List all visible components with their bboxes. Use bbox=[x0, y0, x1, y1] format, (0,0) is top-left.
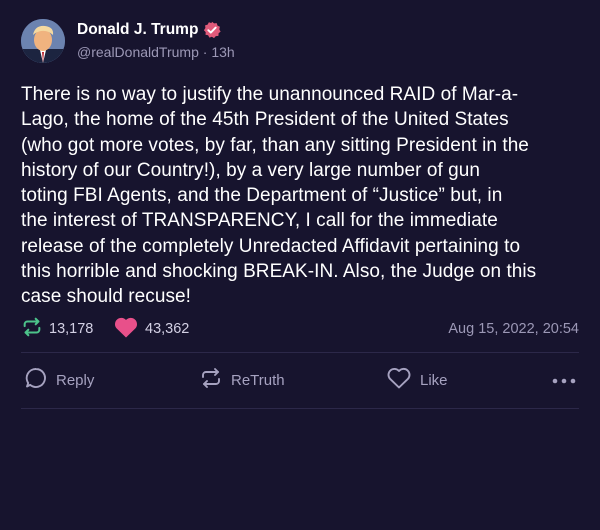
retruth-label: ReTruth bbox=[231, 371, 285, 389]
retruth-count[interactable]: 13,178 bbox=[21, 314, 93, 344]
verified-badge-icon bbox=[203, 21, 222, 39]
more-dots-icon bbox=[551, 372, 577, 389]
retruth-icon bbox=[199, 366, 223, 394]
retruth-icon bbox=[21, 316, 43, 342]
divider bbox=[21, 408, 579, 409]
post-age[interactable]: 13h bbox=[211, 44, 234, 60]
meta-separator: · bbox=[202, 44, 208, 60]
retruth-count-value: 13,178 bbox=[49, 321, 94, 337]
action-bar: Reply ReTruth Like bbox=[21, 362, 579, 398]
retruth-button[interactable]: ReTruth bbox=[199, 362, 285, 398]
heart-icon bbox=[113, 315, 139, 343]
post-timestamp[interactable]: Aug 15, 2022, 20:54 bbox=[448, 314, 579, 344]
author-handle[interactable]: @realDonaldTrump bbox=[77, 44, 199, 60]
like-count-value: 43,362 bbox=[145, 321, 190, 337]
avatar[interactable] bbox=[21, 19, 65, 63]
reply-button[interactable]: Reply bbox=[24, 362, 94, 398]
divider bbox=[21, 352, 579, 353]
reply-label: Reply bbox=[56, 371, 95, 389]
author-handle-row: @realDonaldTrump · 13h bbox=[77, 44, 235, 60]
display-name[interactable]: Donald J. Trump bbox=[77, 21, 198, 39]
post-body: There is no way to justify the unannounc… bbox=[21, 84, 537, 308]
heart-outline-icon bbox=[386, 366, 412, 394]
truth-post: Donald J. Trump @realDonaldTrump · 13h T… bbox=[0, 0, 600, 530]
author-name-row: Donald J. Trump bbox=[77, 19, 222, 41]
speech-bubble-icon bbox=[24, 366, 48, 394]
like-label: Like bbox=[420, 371, 448, 389]
like-button[interactable]: Like bbox=[386, 362, 448, 398]
post-stats: 13,178 43,362 Aug 15, 2022, 20:54 bbox=[21, 314, 579, 344]
like-count[interactable]: 43,362 bbox=[113, 314, 189, 344]
more-options-button[interactable] bbox=[551, 362, 577, 398]
